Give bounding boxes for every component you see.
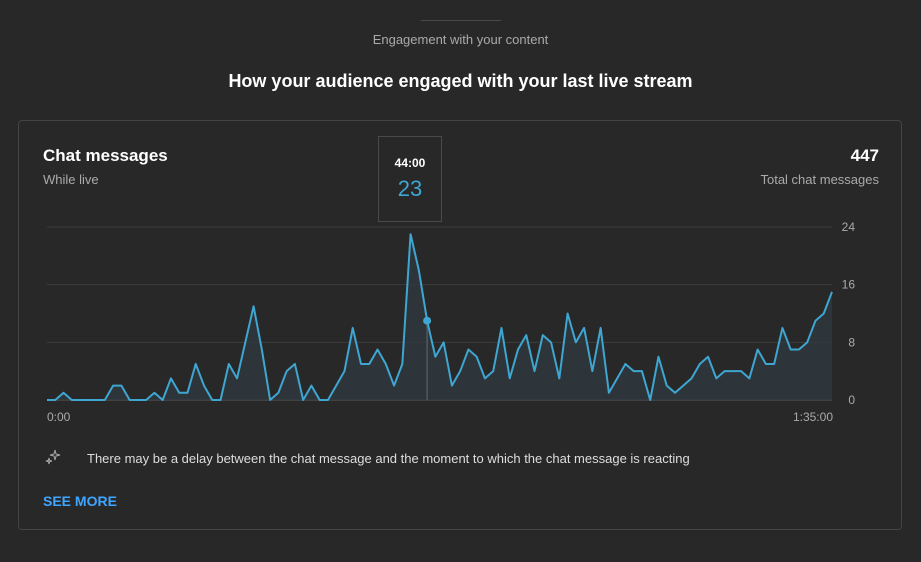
- top-divider: [421, 20, 501, 21]
- card-subtitle: While live: [43, 172, 99, 187]
- x-label-end: 1:35:00: [793, 410, 833, 424]
- y-tick-label: 24: [842, 220, 856, 234]
- tooltip-value: 23: [397, 176, 423, 201]
- card-title: Chat messages: [43, 146, 168, 165]
- see-more-link[interactable]: SEE MORE: [43, 493, 117, 509]
- total-chat-label: Total chat messages: [760, 172, 879, 187]
- page-heading: How your audience engaged with your last…: [228, 71, 693, 91]
- chat-messages-card: 0 8 16 24 0:00 1:35:00 Chat messages While …: [18, 120, 902, 530]
- section-label: Engagement with your content: [372, 32, 549, 47]
- sparkle-icon: [45, 449, 61, 465]
- hover-point: [423, 316, 432, 325]
- x-label-start: 0:00: [47, 410, 71, 424]
- y-tick-label: 0: [848, 393, 855, 407]
- y-tick-label: 8: [848, 335, 855, 349]
- delay-note: There may be a delay between the chat me…: [87, 451, 690, 466]
- chart-tooltip: 44:00 23: [378, 136, 442, 222]
- tooltip-time: 44:00: [394, 156, 426, 170]
- total-chat-count: 447: [850, 146, 879, 165]
- y-tick-label: 16: [842, 278, 856, 292]
